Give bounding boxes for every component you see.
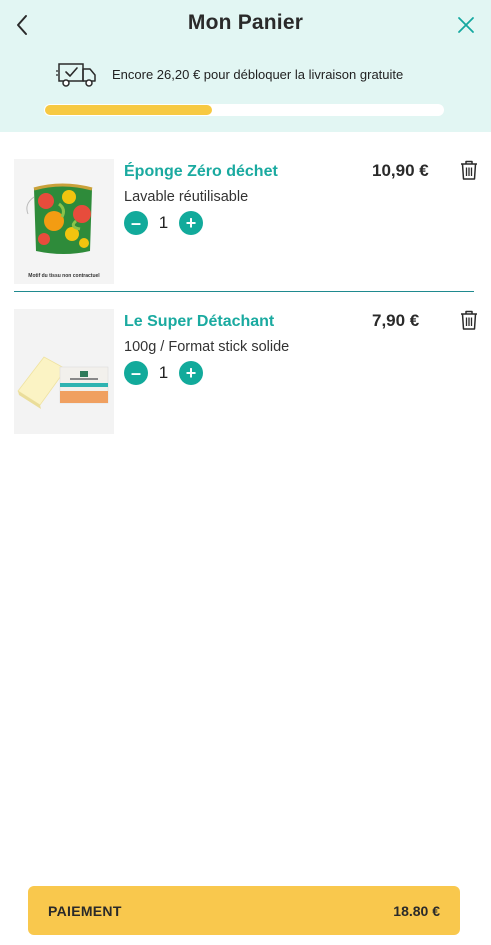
close-button[interactable]	[454, 13, 478, 37]
product-name[interactable]: Le Super Détachant	[124, 313, 274, 331]
quantity-value: 1	[158, 363, 169, 382]
quantity-stepper: – 1 +	[124, 211, 203, 235]
quantity-value: 1	[158, 213, 169, 232]
product-price: 7,90 €	[372, 311, 420, 330]
increase-quantity-button[interactable]: +	[179, 211, 203, 235]
cart-header: Mon Panier Encore 26,20 € pour débloquer…	[0, 0, 491, 132]
free-shipping-progress-fill	[45, 105, 212, 115]
checkout-label: PAIEMENT	[48, 902, 122, 919]
item-divider	[14, 291, 474, 292]
page-title: Mon Panier	[187, 11, 304, 34]
product-image[interactable]: Motif du tissu non contractuel	[14, 159, 114, 284]
product-variant: 100g / Format stick solide	[124, 339, 290, 355]
cart-item: Motif du tissu non contractuel Éponge Zé…	[14, 159, 477, 285]
stain-remover-image	[14, 309, 114, 434]
free-shipping-banner: Encore 26,20 € pour débloquer la livrais…	[56, 58, 403, 90]
delivery-truck-icon	[56, 63, 96, 87]
checkout-total: 18.80 €	[393, 902, 440, 919]
cart-item: Le Super Détachant 100g / Format stick s…	[14, 309, 477, 435]
sponge-image: Motif du tissu non contractuel	[14, 159, 114, 284]
product-image[interactable]	[14, 309, 114, 434]
increase-quantity-button[interactable]: +	[179, 361, 203, 385]
product-name[interactable]: Éponge Zéro déchet	[124, 163, 278, 181]
decrease-quantity-button[interactable]: –	[124, 211, 148, 235]
close-icon	[458, 17, 474, 33]
trash-icon[interactable]	[458, 159, 480, 181]
free-shipping-message: Encore 26,20 € pour débloquer la livrais…	[112, 66, 404, 82]
image-caption: Motif du tissu non contractuel	[28, 273, 100, 279]
free-shipping-progress	[44, 104, 444, 116]
trash-icon[interactable]	[458, 309, 480, 331]
checkout-button[interactable]: PAIEMENT 18.80 €	[28, 886, 460, 935]
quantity-stepper: – 1 +	[124, 361, 203, 385]
decrease-quantity-button[interactable]: –	[124, 361, 148, 385]
product-price: 10,90 €	[372, 161, 429, 180]
product-variant: Lavable réutilisable	[124, 189, 249, 205]
